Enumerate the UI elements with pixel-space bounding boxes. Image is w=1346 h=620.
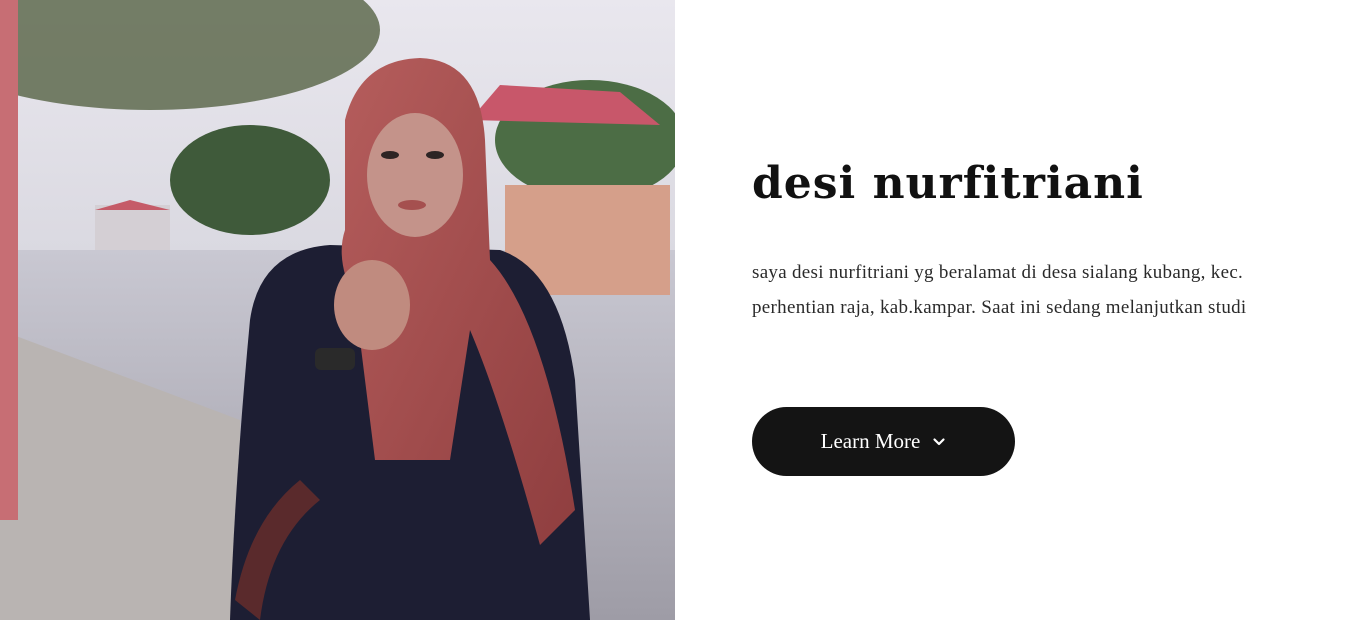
- chevron-down-icon: [932, 435, 946, 449]
- hero-content: desi nurfitriani saya desi nurfitriani y…: [752, 0, 1312, 620]
- hero-description: saya desi nurfitriani yg beralamat di de…: [752, 262, 1247, 318]
- learn-more-button[interactable]: Learn More: [752, 407, 1015, 476]
- hero-title: desi nurfitriani: [752, 158, 1144, 209]
- learn-more-label: Learn More: [820, 429, 921, 453]
- hero-photo: [0, 0, 675, 620]
